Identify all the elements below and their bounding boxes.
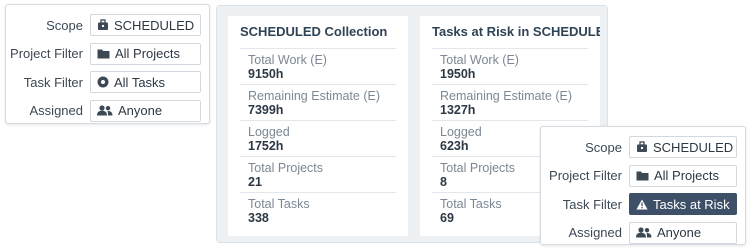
stat-total-projects: Total Projects 21: [240, 156, 396, 192]
users-icon: [636, 227, 652, 238]
scope-row: Scope SCHEDULED: [545, 133, 737, 162]
assigned-button[interactable]: Anyone: [90, 99, 201, 122]
stat-label: Remaining Estimate (E): [440, 89, 572, 103]
stat-value: 7399h: [248, 103, 284, 117]
folder-icon: [636, 171, 649, 181]
project-filter-button[interactable]: All Projects: [90, 42, 201, 65]
task-filter-value: Tasks at Risk: [653, 196, 730, 212]
assigned-label: Assigned: [29, 103, 83, 119]
filter-panel-left: Scope SCHEDULED Project Filter All Proje…: [5, 4, 210, 124]
users-icon: [97, 105, 113, 116]
stat-label: Logged: [248, 125, 290, 139]
scope-button[interactable]: SCHEDULED: [629, 136, 737, 159]
collection-stats-card: SCHEDULED Collection Total Work (E) 9150…: [228, 16, 408, 236]
stat-label: Total Work (E): [440, 53, 519, 67]
stat-total-tasks: Total Tasks 338: [240, 192, 396, 228]
stat-label: Total Projects: [248, 161, 324, 175]
stat-value: 21: [248, 175, 262, 189]
assigned-button[interactable]: Anyone: [629, 221, 737, 244]
card-title: SCHEDULED Collection: [240, 24, 388, 39]
warning-triangle-icon: [636, 199, 648, 210]
project-filter-button[interactable]: All Projects: [629, 164, 737, 187]
assigned-label: Assigned: [568, 225, 622, 241]
scope-label: Scope: [46, 17, 83, 33]
filter-panel-right: Scope SCHEDULED Project Filter All Proje…: [540, 126, 746, 245]
briefcase-icon: [98, 19, 108, 31]
project-filter-value: All Projects: [115, 46, 181, 62]
scope-row: Scope SCHEDULED: [10, 11, 201, 40]
stat-total-work: Total Work (E) 1950h: [432, 48, 588, 84]
project-filter-row: Project Filter All Projects: [10, 40, 201, 69]
task-filter-button[interactable]: All Tasks: [90, 71, 201, 94]
briefcase-icon: [637, 141, 647, 153]
task-filter-button[interactable]: Tasks at Risk: [629, 193, 737, 216]
task-filter-row: Task Filter Tasks at Risk: [545, 190, 737, 219]
stat-remaining-estimate: Remaining Estimate (E) 1327h: [432, 84, 588, 120]
task-filter-value: All Tasks: [114, 74, 166, 90]
scope-value: SCHEDULED: [114, 17, 195, 33]
stat-remaining-estimate: Remaining Estimate (E) 7399h: [240, 84, 396, 120]
assigned-value: Anyone: [657, 225, 702, 241]
stat-logged: Logged 1752h: [240, 120, 396, 156]
task-filter-label: Task Filter: [562, 196, 622, 212]
stat-label: Remaining Estimate (E): [248, 89, 380, 103]
stat-value: 1950h: [440, 67, 476, 81]
task-filter-row: Task Filter All Tasks: [10, 68, 201, 97]
assigned-row: Assigned Anyone: [545, 219, 737, 248]
assigned-value: Anyone: [118, 103, 163, 119]
stat-value: 338: [248, 211, 269, 225]
stat-label: Total Tasks: [248, 197, 310, 211]
task-filter-label: Task Filter: [23, 74, 83, 90]
scope-label: Scope: [585, 139, 622, 155]
scope-button[interactable]: SCHEDULED: [90, 14, 201, 37]
target-circle-icon: [97, 76, 109, 88]
project-filter-label: Project Filter: [549, 168, 622, 184]
project-filter-value: All Projects: [654, 168, 720, 184]
folder-icon: [97, 49, 110, 59]
stat-total-work: Total Work (E) 9150h: [240, 48, 396, 84]
scope-value: SCHEDULED: [653, 139, 734, 155]
card-title: Tasks at Risk in SCHEDULED: [432, 24, 600, 39]
stat-value: 1327h: [440, 103, 476, 117]
assigned-row: Assigned Anyone: [10, 97, 201, 126]
project-filter-label: Project Filter: [10, 46, 83, 62]
project-filter-row: Project Filter All Projects: [545, 162, 737, 191]
stat-value: 1752h: [248, 139, 284, 153]
stat-label: Total Work (E): [248, 53, 327, 67]
stat-value: 9150h: [248, 67, 284, 81]
